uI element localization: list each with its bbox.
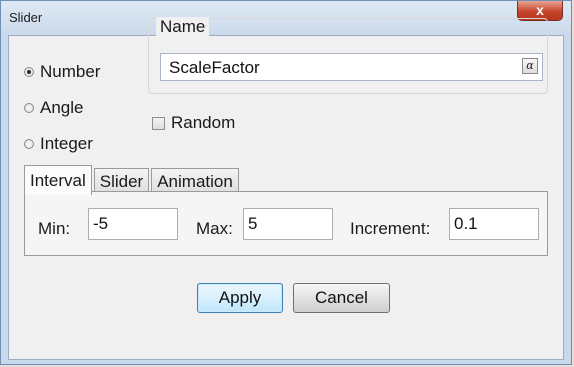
alpha-symbol-button[interactable]: α [522,58,538,74]
radio-checked-icon [24,67,34,77]
min-input[interactable]: -5 [88,208,178,240]
tab-interval[interactable]: Interval [24,165,92,195]
radio-angle-label: Angle [40,98,84,117]
name-label: Name [156,17,210,37]
name-value: ScaleFactor [169,58,260,77]
radio-angle[interactable]: Angle [24,98,83,118]
increment-input[interactable]: 0.1 [449,208,539,240]
name-input[interactable]: ScaleFactor α [160,53,543,81]
checkbox-unchecked-icon [152,116,165,130]
window-title: Slider [9,10,43,25]
radio-number-label: Number [40,62,101,81]
radio-unchecked-icon [24,139,34,149]
radio-integer[interactable]: Integer [24,134,93,154]
max-label: Max: [196,219,233,238]
radio-unchecked-icon [24,103,34,113]
cancel-button[interactable]: Cancel [293,283,390,313]
increment-label: Increment: [350,219,431,238]
radio-integer-label: Integer [40,134,93,153]
random-checkbox[interactable]: Random [152,113,235,133]
radio-number[interactable]: Number [24,62,100,82]
min-label: Min: [38,219,71,238]
max-input[interactable]: 5 [243,208,333,240]
random-label: Random [171,113,236,132]
close-icon: x [536,2,544,18]
apply-button[interactable]: Apply [197,283,283,313]
